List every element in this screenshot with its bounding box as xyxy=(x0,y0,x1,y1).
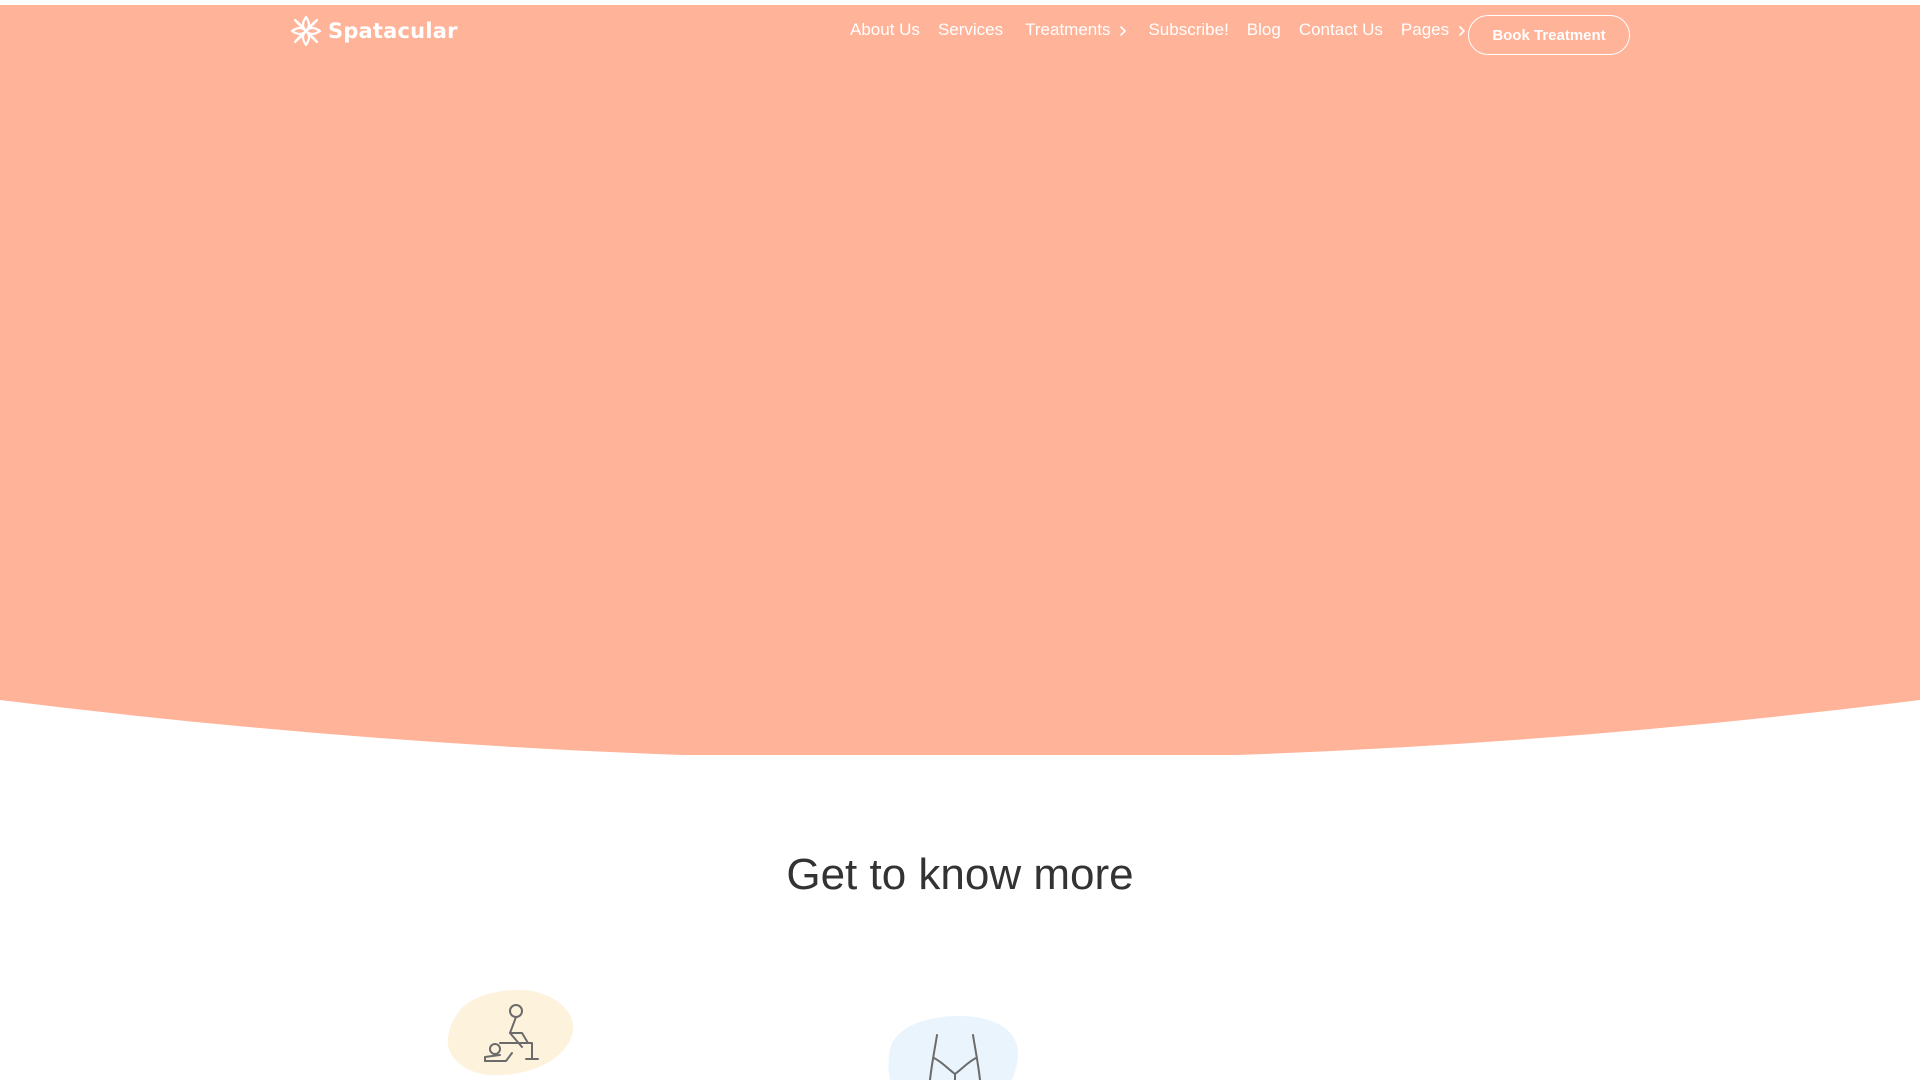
nav-item-label: Treatments xyxy=(1025,20,1111,39)
flower-logo-icon xyxy=(290,15,322,47)
navbar: Spatacular About Us Services Treatments … xyxy=(0,5,1920,55)
main-nav: About Us Services Treatments Subscribe! … xyxy=(850,5,1487,55)
nav-item-label: Contact Us xyxy=(1298,20,1383,39)
page: Spatacular About Us Services Treatments … xyxy=(0,0,1920,1080)
feature-body-contour xyxy=(884,1010,1024,1080)
nav-item-label: Subscribe! xyxy=(1148,20,1229,39)
hero-banner xyxy=(0,5,1920,755)
chevron-right-icon xyxy=(1116,23,1130,37)
nav-item-label: Pages xyxy=(1400,20,1450,39)
nav-item-label: About Us xyxy=(850,20,920,39)
nav-item-label: Services xyxy=(937,20,1004,39)
nav-item-subscribe[interactable]: Subscribe! xyxy=(1148,20,1228,40)
nav-item-about-us[interactable]: About Us xyxy=(850,20,920,40)
nav-item-contact-us[interactable]: Contact Us xyxy=(1299,20,1383,40)
brand-name: Spatacular xyxy=(328,19,458,43)
feature-massage xyxy=(440,985,580,1080)
nav-item-blog[interactable]: Blog xyxy=(1247,20,1281,40)
nav-item-label: Blog xyxy=(1246,20,1281,39)
nav-item-pages[interactable]: Pages xyxy=(1401,20,1469,40)
brand-logo[interactable]: Spatacular xyxy=(290,15,458,47)
nav-item-services[interactable]: Services xyxy=(938,20,1003,40)
book-treatment-button[interactable]: Book Treatment xyxy=(1468,15,1630,55)
hero-background xyxy=(0,5,1920,755)
body-contour-icon xyxy=(888,1016,1019,1080)
nav-item-treatments[interactable]: Treatments xyxy=(1025,20,1130,40)
massage-icon xyxy=(447,989,574,1076)
section-title: Get to know more xyxy=(786,850,1134,899)
